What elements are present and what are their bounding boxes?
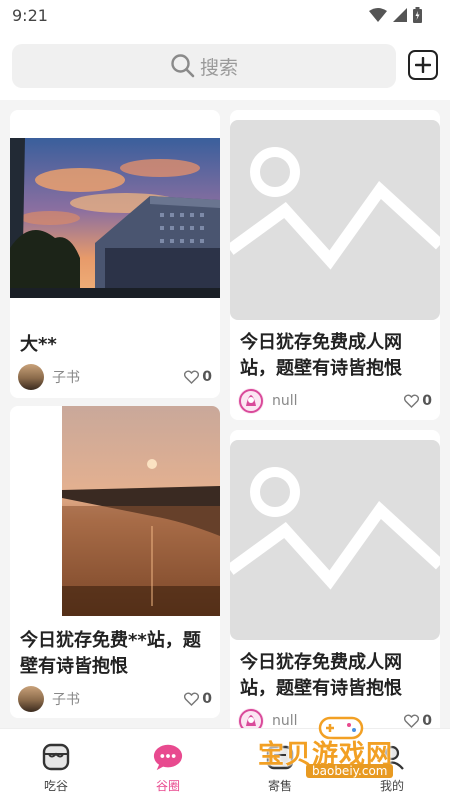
like-count: 0 (422, 393, 432, 409)
tab-label: 我的 (379, 779, 404, 793)
post-meta: null 0 (238, 388, 432, 414)
like-count: 0 (422, 713, 432, 728)
avatar[interactable] (238, 708, 264, 728)
profile-icon (376, 741, 408, 773)
author-name[interactable]: null (272, 713, 404, 728)
avatar[interactable] (18, 686, 44, 712)
box-icon (264, 741, 296, 773)
wifi-icon (369, 8, 387, 22)
post-card[interactable]: 今日犹存免费**站，题壁有诗皆抱恨 子书 0 (10, 406, 220, 718)
like-button[interactable]: 0 (184, 369, 212, 385)
post-image-sunset-river[interactable] (36, 406, 220, 616)
image-placeholder-icon[interactable] (230, 120, 440, 320)
post-feed[interactable]: 大** 子书 0 今日犹存免费成人网站，题壁有诗皆抱恨 null 0 今日犹存免… (0, 100, 450, 728)
bottom-tab-bar: 吃谷 谷圈 寄售 我的 (0, 728, 450, 800)
battery-icon (413, 7, 422, 23)
post-title: 今日犹存免费成人网站，题壁有诗皆抱恨 (240, 652, 402, 699)
author-name[interactable]: 子书 (52, 367, 184, 387)
add-post-button[interactable] (408, 50, 438, 80)
post-card[interactable]: 今日犹存免费成人网站，题壁有诗皆抱恨 null 0 (230, 430, 440, 728)
image-placeholder-icon[interactable] (230, 440, 440, 640)
tab-label: 吃谷 (43, 779, 68, 793)
heart-icon (404, 394, 420, 408)
avatar[interactable] (18, 364, 44, 390)
heart-icon (404, 714, 420, 728)
post-meta: 子书 0 (18, 686, 212, 712)
chat-bubble-icon (152, 741, 184, 773)
shop-icon (40, 741, 72, 773)
like-count: 0 (202, 691, 212, 707)
tab-label: 寄售 (267, 779, 292, 793)
author-name[interactable]: null (272, 393, 404, 409)
status-bar: 9:21 (0, 0, 450, 32)
like-button[interactable]: 0 (404, 393, 432, 409)
post-title: 大** (20, 334, 57, 355)
status-time: 9:21 (12, 6, 48, 25)
signal-icon (393, 8, 407, 22)
header: 搜索 (0, 32, 450, 100)
status-icons (369, 7, 422, 23)
post-card[interactable]: 今日犹存免费成人网站，题壁有诗皆抱恨 null 0 (230, 110, 440, 420)
post-card[interactable]: 大** 子书 0 (10, 110, 220, 398)
plus-icon (415, 57, 431, 73)
post-title: 今日犹存免费成人网站，题壁有诗皆抱恨 (240, 332, 402, 379)
search-icon (171, 54, 195, 78)
post-meta: 子书 0 (18, 364, 212, 390)
like-count: 0 (202, 369, 212, 385)
like-button[interactable]: 0 (184, 691, 212, 707)
post-image-sunset-buildings[interactable] (10, 138, 220, 298)
tab-chigu[interactable]: 吃谷 (0, 729, 112, 800)
post-meta: null 0 (238, 708, 432, 728)
tab-jishou[interactable]: 寄售 (224, 729, 336, 800)
heart-icon (184, 370, 200, 384)
avatar[interactable] (238, 388, 264, 414)
tab-profile[interactable]: 我的 (336, 729, 448, 800)
heart-icon (184, 692, 200, 706)
author-name[interactable]: 子书 (52, 689, 184, 709)
tab-label: 谷圈 (155, 779, 180, 793)
tab-guquan[interactable]: 谷圈 (112, 729, 224, 800)
search-input[interactable]: 搜索 (12, 44, 396, 88)
search-placeholder: 搜索 (199, 56, 238, 79)
post-title: 今日犹存免费**站，题壁有诗皆抱恨 (20, 630, 201, 677)
like-button[interactable]: 0 (404, 713, 432, 728)
